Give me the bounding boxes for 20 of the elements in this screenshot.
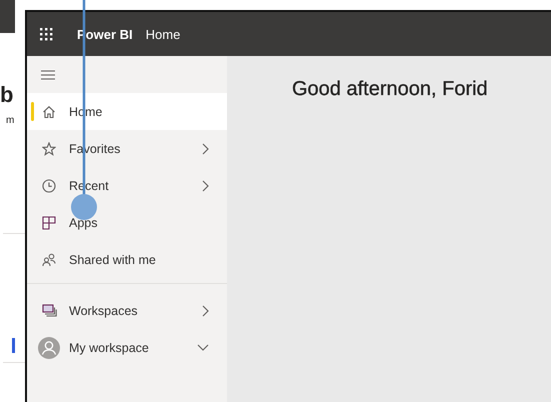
chevron-right-icon[interactable] [202, 142, 209, 154]
page-header-bar [0, 0, 15, 33]
avatar-icon [38, 336, 60, 358]
apps-icon [42, 216, 56, 230]
chevron-right-icon[interactable] [202, 180, 209, 192]
page-accent-mark [12, 338, 15, 353]
greeting-heading: Good afternoon, Forid [292, 78, 489, 101]
people-icon [42, 252, 56, 266]
home-icon [42, 104, 56, 118]
page-text: b [0, 83, 14, 107]
menu-icon[interactable] [41, 70, 55, 80]
app-launcher-icon[interactable] [39, 27, 53, 41]
workspaces-icon [42, 304, 56, 317]
breadcrumb[interactable]: Home [146, 26, 180, 42]
page-text: m [6, 115, 14, 126]
star-icon [42, 142, 56, 156]
selection-bar [31, 102, 34, 121]
chevron-right-icon[interactable] [202, 304, 209, 316]
chevron-down-icon[interactable] [197, 344, 209, 351]
clock-icon [42, 178, 56, 192]
